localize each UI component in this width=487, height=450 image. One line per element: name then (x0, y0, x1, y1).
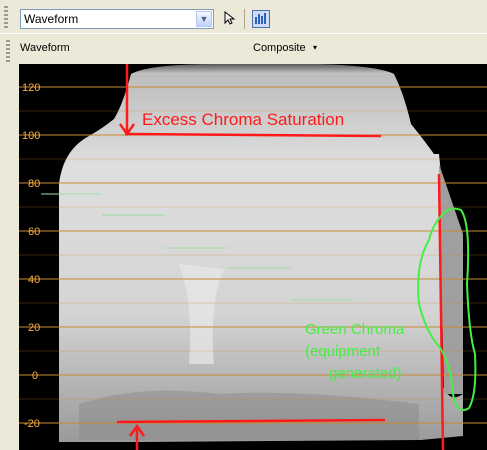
waveform-trace (59, 74, 463, 442)
toolbar-grip[interactable] (4, 6, 8, 30)
y-tick-20: 20 (28, 322, 40, 334)
scope-select-value: Waveform (24, 12, 79, 26)
waveform-scope: 120 100 80 60 40 20 0 -20 Excess Chroma … (19, 64, 487, 450)
y-tick-80: 80 (28, 178, 40, 190)
green-chroma-label-line1: Green Chroma (305, 321, 405, 338)
waveform-histogram-icon[interactable] (252, 10, 270, 28)
toolbar: Waveform ▼ (0, 0, 487, 38)
mode-caret-icon[interactable]: ▾ (313, 43, 317, 52)
chevron-down-icon[interactable]: ▼ (196, 11, 212, 27)
y-tick-0: 0 (32, 370, 38, 382)
panel-header: Waveform Composite ▾ (14, 38, 487, 62)
panel-grip[interactable] (6, 40, 10, 64)
mode-dropdown[interactable]: Composite (253, 42, 306, 54)
pointer-icon[interactable] (220, 10, 238, 28)
green-chroma-label-line2: (equipment (305, 343, 381, 360)
y-tick-100: 100 (22, 130, 40, 142)
panel-title: Waveform (20, 42, 70, 54)
y-tick-120: 120 (22, 82, 40, 94)
waveform-canvas: 120 100 80 60 40 20 0 -20 Excess Chroma … (19, 64, 487, 450)
scope-select[interactable]: Waveform ▼ (20, 9, 214, 29)
y-tick-minus-20: -20 (24, 418, 40, 430)
excess-chroma-label: Excess Chroma Saturation (142, 110, 344, 129)
green-chroma-label-line3: generated) (329, 365, 402, 382)
y-tick-40: 40 (28, 274, 40, 286)
toolbar-divider (0, 33, 487, 34)
toolbar-separator (244, 9, 245, 29)
y-tick-60: 60 (28, 226, 40, 238)
waveform-top (131, 64, 394, 74)
